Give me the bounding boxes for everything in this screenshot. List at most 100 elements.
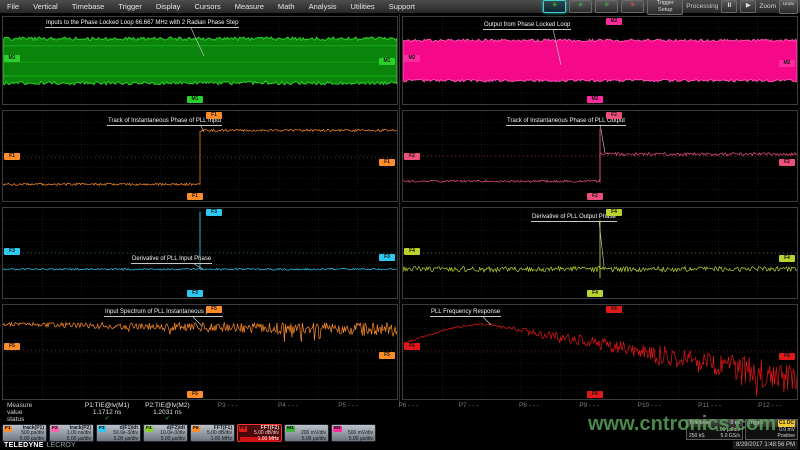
trace-marker-f2-top: F2 bbox=[606, 112, 622, 119]
trace-label-m1-right[interactable]: M1 bbox=[379, 58, 395, 65]
annotation-pll-input: Inputs to the Phase Locked Loop 66.667 M… bbox=[45, 20, 239, 28]
app-icon-3[interactable]: ✳ bbox=[595, 0, 618, 13]
trace-label-f6-left[interactable]: F6 bbox=[404, 343, 420, 350]
measure-header[interactable]: P1:TIE@lv(M1) bbox=[77, 402, 137, 409]
panel-output-phase-track: Track of Instantaneous Phase of PLL Outp… bbox=[402, 110, 798, 202]
measure-header[interactable]: P5 - - - bbox=[318, 402, 378, 409]
descriptor-line2: 5.00 µs/div bbox=[334, 437, 373, 442]
descriptor-f3[interactable]: F3d(F1)/dt50.0e-3/div5.00 µs/div bbox=[96, 424, 141, 442]
menu-item-display[interactable]: Display bbox=[149, 2, 188, 11]
panel-pll-input-signal: Inputs to the Phase Locked Loop 66.667 M… bbox=[2, 16, 398, 105]
measure-value: 1.1712 ns bbox=[77, 409, 137, 416]
measure-value bbox=[439, 409, 499, 416]
descriptor-line2: 1.00 MHz bbox=[240, 437, 279, 442]
descriptor-f4[interactable]: F4d(F2)/dt10.0e-3/div5.00 µs/div bbox=[143, 424, 188, 442]
measure-header[interactable]: P6 - - - bbox=[378, 402, 438, 409]
brand-logo: TELEDYNELECROY bbox=[4, 442, 76, 449]
measure-value bbox=[378, 409, 438, 416]
trace-label-m1-left[interactable]: M1 bbox=[4, 55, 20, 62]
measure-status bbox=[499, 416, 559, 422]
trace-label-f5-right[interactable]: F5 bbox=[379, 352, 395, 359]
trace-label-f1-right[interactable]: F1 bbox=[379, 159, 395, 166]
measure-col-p5[interactable]: P5 - - - bbox=[318, 402, 378, 424]
descriptor-tag: F5 bbox=[192, 426, 200, 432]
waveform-f5 bbox=[3, 305, 397, 399]
measure-row-label: status bbox=[7, 416, 77, 423]
pause-button[interactable]: II bbox=[721, 0, 737, 13]
measure-header[interactable]: P11 - - - bbox=[680, 402, 740, 409]
measure-header[interactable]: P9 - - - bbox=[559, 402, 619, 409]
panel-pll-output-signal: Output from Phase Locked Loop M2 M2 M2 M… bbox=[402, 16, 798, 105]
trace-marker-m1-bottom: M1 bbox=[187, 96, 203, 103]
menu-item-file[interactable]: File bbox=[0, 2, 26, 11]
trace-label-f5-left[interactable]: F5 bbox=[4, 343, 20, 350]
trace-label-f6-right[interactable]: F6 bbox=[779, 353, 795, 360]
trace-marker-f3-bottom: F3 bbox=[187, 290, 203, 297]
app-icon-4[interactable]: ✳ bbox=[621, 0, 644, 13]
measure-header[interactable]: P7 - - - bbox=[439, 402, 499, 409]
descriptor-f5[interactable]: F5FFT(F1)5.00 dB/div1.00 MHz bbox=[190, 424, 235, 442]
waveform-m1 bbox=[3, 17, 397, 104]
panel-input-phase-track: Track of Instantaneous Phase of PLL Inpu… bbox=[2, 110, 398, 202]
measure-status bbox=[258, 416, 318, 422]
measure-header[interactable]: P2:TIE@lv(M2) bbox=[137, 402, 197, 409]
measure-value bbox=[318, 409, 378, 416]
trace-marker-f4-top: F4 bbox=[606, 209, 622, 216]
descriptor-tag: F6 bbox=[239, 426, 247, 432]
measure-value bbox=[258, 409, 318, 416]
descriptor-line2: 5.00 µs/div bbox=[99, 437, 138, 442]
menu-item-measure[interactable]: Measure bbox=[228, 2, 271, 11]
menu-item-timebase[interactable]: Timebase bbox=[65, 2, 112, 11]
measure-header[interactable]: P10 - - - bbox=[619, 402, 679, 409]
measure-col-p8[interactable]: P8 - - - bbox=[499, 402, 559, 424]
descriptor-f2[interactable]: F2track(P2)1.00 ns/div5.00 µs/div bbox=[49, 424, 94, 442]
brand-lecroy: LECROY bbox=[47, 442, 76, 449]
trace-label-f1-left[interactable]: F1 bbox=[4, 153, 20, 160]
menu-item-vertical[interactable]: Vertical bbox=[26, 2, 65, 11]
measure-header[interactable]: P12 - - - bbox=[740, 402, 800, 409]
measure-col-p6[interactable]: P6 - - - bbox=[378, 402, 438, 424]
oscilloscope-screen: FileVerticalTimebaseTriggerDisplayCursor… bbox=[0, 0, 800, 450]
trace-label-f3-right[interactable]: F3 bbox=[379, 254, 395, 261]
menu-item-analysis[interactable]: Analysis bbox=[302, 2, 344, 11]
measure-col-p2[interactable]: P2:TIE@lv(M2)1.2031 ns✓ bbox=[137, 402, 197, 424]
measure-col-p1[interactable]: P1:TIE@lv(M1)1.1712 ns✓ bbox=[77, 402, 137, 424]
column-divider bbox=[399, 14, 400, 404]
app-icon-2[interactable]: ✳ bbox=[569, 0, 592, 13]
trace-label-m2-left[interactable]: M2 bbox=[404, 55, 420, 62]
trace-label-m2-right[interactable]: M2 bbox=[779, 60, 795, 67]
trace-label-f4-left[interactable]: F4 bbox=[404, 248, 420, 255]
menu-item-utilities[interactable]: Utilities bbox=[344, 2, 382, 11]
trigger-setup-button[interactable]: Trigger Setup bbox=[647, 0, 683, 15]
descriptor-f1[interactable]: F1track(P1)500 ps/div5.00 µs/div bbox=[2, 424, 47, 442]
waveform-f3 bbox=[3, 208, 397, 298]
trace-label-f2-left[interactable]: F2 bbox=[404, 153, 420, 160]
descriptor-line2: 1.00 MHz bbox=[193, 437, 232, 442]
annotation-output-phase-track: Track of Instantaneous Phase of PLL Outp… bbox=[506, 118, 626, 126]
trace-label-f4-right[interactable]: F4 bbox=[779, 255, 795, 262]
trace-label-f3-left[interactable]: F3 bbox=[4, 248, 20, 255]
measure-status bbox=[198, 416, 258, 422]
undo-button[interactable]: Undo bbox=[779, 0, 798, 14]
trace-label-f2-right[interactable]: F2 bbox=[779, 159, 795, 166]
menu-item-math[interactable]: Math bbox=[271, 2, 302, 11]
play-button[interactable]: ▶ bbox=[740, 0, 756, 13]
trace-marker-f6-bottom: F6 bbox=[587, 391, 603, 398]
trace-marker-f1-bottom: F1 bbox=[187, 193, 203, 200]
menu-item-trigger[interactable]: Trigger bbox=[111, 2, 148, 11]
descriptor-m2[interactable]: M2 500 mV/div5.00 µs/div bbox=[331, 424, 376, 442]
measure-header[interactable]: P8 - - - bbox=[499, 402, 559, 409]
menu-item-support[interactable]: Support bbox=[382, 2, 422, 11]
watermark: www.cntronics.com bbox=[588, 413, 776, 436]
measure-status bbox=[378, 416, 438, 422]
measure-header[interactable]: P3 - - - bbox=[198, 402, 258, 409]
descriptor-f6[interactable]: F6FFT(F2)5.00 dB/div1.00 MHz bbox=[237, 424, 282, 442]
menu-item-cursors[interactable]: Cursors bbox=[187, 2, 227, 11]
descriptor-m1[interactable]: M1 200 mV/div5.00 µs/div bbox=[284, 424, 329, 442]
measure-header[interactable]: P4 - - - bbox=[258, 402, 318, 409]
measure-col-p3[interactable]: P3 - - - bbox=[198, 402, 258, 424]
measure-col-p4[interactable]: P4 - - - bbox=[258, 402, 318, 424]
annotation-output-phase-derivative: Derivative of PLL Output Phase bbox=[531, 214, 617, 222]
app-icon-active[interactable]: ✳ bbox=[543, 0, 566, 13]
measure-col-p7[interactable]: P7 - - - bbox=[439, 402, 499, 424]
